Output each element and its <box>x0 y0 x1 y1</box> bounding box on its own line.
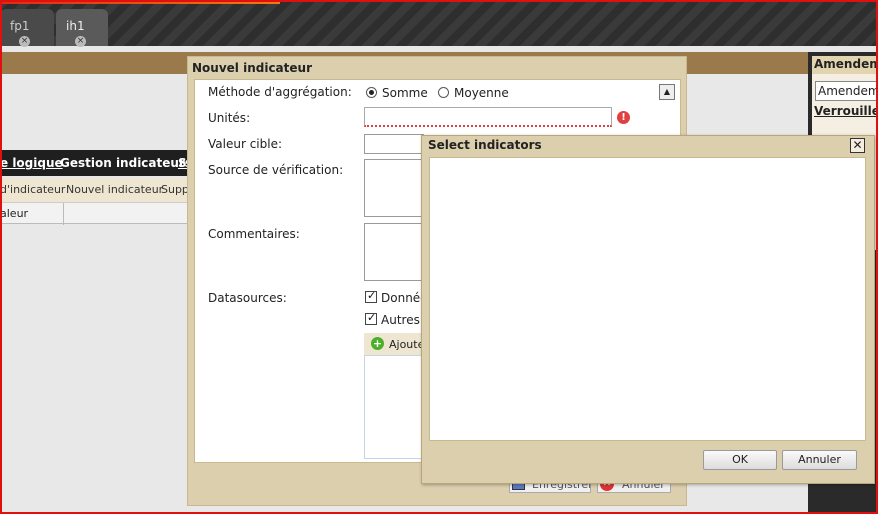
radio-moyenne[interactable]: Moyenne <box>438 86 509 100</box>
source-textarea[interactable] <box>364 159 424 217</box>
dialog-title: Nouvel indicateur <box>192 61 312 75</box>
error-icon: ! <box>617 111 630 124</box>
background-toolbar: d'indicateur Nouvel indicateur Supp <box>0 178 189 202</box>
close-icon[interactable]: × <box>75 36 86 47</box>
toolbar-item-new-indicator[interactable]: Nouvel indicateur <box>66 183 163 196</box>
background-nav: e logique Gestion indicateurs Sa <box>0 150 195 176</box>
toolbar-item-indicateur[interactable]: d'indicateur <box>0 183 65 196</box>
radio-selected-icon[interactable] <box>366 87 377 98</box>
top-bar <box>0 0 878 46</box>
tab-ih1[interactable]: ih1 × <box>56 9 108 47</box>
ok-button[interactable]: OK <box>703 450 777 470</box>
scroll-up-arrow-icon[interactable]: ▲ <box>659 84 675 100</box>
units-label: Unités: <box>208 111 251 125</box>
checkbox-checked-icon[interactable] <box>365 289 377 303</box>
nav-item-gestion-indicateurs[interactable]: Gestion indicateurs <box>60 156 192 170</box>
checkbox-checked-icon[interactable] <box>365 311 377 325</box>
tab-label: ih1 <box>66 19 85 33</box>
column-header-valeur[interactable]: aleur <box>0 207 28 220</box>
radio-label: Moyenne <box>454 86 509 100</box>
tab-fp1[interactable]: fp1 × <box>0 9 54 47</box>
top-accent-line <box>0 0 280 4</box>
checkbox-label: Autres <box>381 313 420 327</box>
dialog-title: Select indicators <box>428 138 542 152</box>
table-header: aleur <box>0 202 187 225</box>
comments-textarea[interactable] <box>364 223 424 281</box>
workspace-background <box>0 74 187 514</box>
datasource-list[interactable] <box>364 355 424 459</box>
nav-item-logique[interactable]: e logique <box>0 156 63 170</box>
close-icon[interactable]: × <box>19 36 30 47</box>
aggregation-label: Méthode d'aggrégation: <box>208 85 352 99</box>
toolbar-item-supp[interactable]: Supp <box>161 183 189 196</box>
column-divider <box>63 203 64 225</box>
right-panel-title: Amendeme <box>814 57 878 71</box>
right-panel-header: Amendeme <box>812 56 878 74</box>
source-label: Source de vérification: <box>208 163 344 177</box>
comments-label: Commentaires: <box>208 227 300 241</box>
tab-label: fp1 <box>10 19 30 33</box>
amendment-select[interactable]: Amendeme <box>815 81 878 101</box>
close-icon[interactable]: ✕ <box>850 138 865 153</box>
lock-link[interactable]: Verrouiller <box>814 104 878 118</box>
indicators-list[interactable] <box>429 157 866 441</box>
datasource-checkbox-donnee[interactable]: Donnée <box>365 289 428 305</box>
datasources-label: Datasources: <box>208 291 287 305</box>
plus-icon: + <box>371 337 384 350</box>
target-label: Valeur cible: <box>208 137 283 151</box>
radio-somme[interactable]: Somme <box>366 86 428 100</box>
add-datasource-button[interactable]: + Ajouter <box>364 333 429 355</box>
cancel-button[interactable]: Annuler <box>782 450 857 470</box>
radio-unselected-icon[interactable] <box>438 87 449 98</box>
units-input[interactable] <box>364 107 612 127</box>
radio-label: Somme <box>382 86 428 100</box>
datasource-checkbox-autres[interactable]: Autres <box>365 311 420 327</box>
target-input[interactable] <box>364 134 424 154</box>
